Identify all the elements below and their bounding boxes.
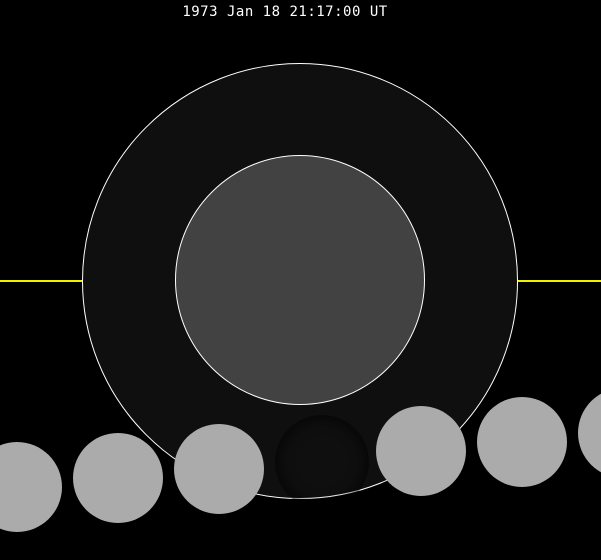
moon-position-disc-5 [477, 397, 567, 487]
moon-position-disc-6 [578, 388, 601, 478]
moon-position-disc-1 [0, 442, 62, 532]
eclipse-chart: 1973 Jan 18 21:17:00 UT [0, 0, 601, 560]
umbra-circle [175, 155, 425, 405]
moon-position-disc-3 [174, 424, 264, 514]
moon-position-disc-4 [376, 406, 466, 496]
eclipsed-moon-photo [275, 415, 369, 509]
moon-position-disc-2 [73, 433, 163, 523]
chart-title: 1973 Jan 18 21:17:00 UT [182, 4, 388, 20]
